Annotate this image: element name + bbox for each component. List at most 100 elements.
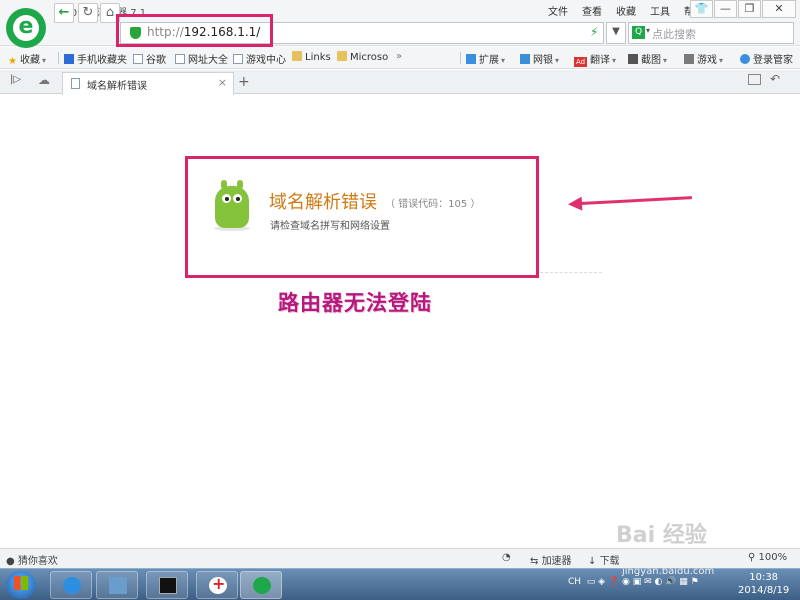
page-icon xyxy=(175,54,185,64)
tab-close-icon[interactable]: × xyxy=(218,76,227,89)
bookmark-label: 网址大全 xyxy=(188,55,228,66)
back-button[interactable]: ← xyxy=(54,3,74,23)
toolbar-label: 截图 xyxy=(641,55,661,66)
translate-icon: Ad xyxy=(574,57,587,67)
clock-date: 2014/8/19 xyxy=(738,585,790,596)
window-controls: 👕 — ❐ ✕ xyxy=(689,0,796,18)
game-icon xyxy=(684,54,694,64)
bookmark-microsoft[interactable]: Microso xyxy=(337,51,388,63)
bookmark-games[interactable]: 游戏中心 xyxy=(233,51,286,66)
taskbar-ie[interactable] xyxy=(50,571,92,599)
toolbar-label: 扩展 xyxy=(479,55,499,66)
login-icon xyxy=(740,54,750,64)
bookmarks-bar: ★ 收藏 ▾ 手机收藏夹 谷歌 网址大全 游戏中心 Links Microso » … xyxy=(0,47,800,69)
menu-bar: 文件 查看 收藏 工具 帮助 xyxy=(548,3,704,18)
control-panel-icon xyxy=(109,577,127,594)
folder-icon xyxy=(337,51,347,61)
toolbar-label: 网银 xyxy=(533,55,553,66)
annotation-caption: 路由器无法登陆 xyxy=(278,291,432,315)
divider xyxy=(540,272,602,273)
star-icon: ★ xyxy=(8,56,17,67)
recommend-label: 猜你喜欢 xyxy=(17,556,58,567)
clock-time: 10:38 xyxy=(749,572,779,583)
address-url[interactable]: http://192.168.1.1/ xyxy=(147,25,260,39)
undo-close-tab-icon[interactable]: ↶ xyxy=(770,72,780,86)
taskbar-first-aid[interactable] xyxy=(196,571,238,599)
cmd-icon xyxy=(159,577,177,594)
minimize-button[interactable]: — xyxy=(714,0,737,18)
error-highlight-box xyxy=(185,156,539,278)
puzzle-icon xyxy=(466,54,476,64)
menu-view[interactable]: 查看 xyxy=(582,3,602,18)
annotation-arrow-head-icon xyxy=(567,196,583,212)
translate-button[interactable]: Ad 翻译 ▾ xyxy=(574,51,616,67)
new-tab-button[interactable]: + xyxy=(238,74,250,90)
menu-file[interactable]: 文件 xyxy=(548,3,568,18)
status-bar: ● 猜你喜欢 ◔ ⇆ 加速器 ↓ 下载 ⚲ 100% xyxy=(0,548,800,568)
bookmark-label: 谷歌 xyxy=(146,55,166,66)
tab-list-icon[interactable] xyxy=(748,74,761,85)
system-tray: CH ▭ ◈ ❓ ◉ ▣ ✉ ◐ 🔊 ▦ ⚑ xyxy=(568,577,699,587)
games-button[interactable]: 游戏 ▾ xyxy=(684,51,723,66)
browser-logo-icon[interactable]: e xyxy=(6,8,46,48)
input-language[interactable]: CH xyxy=(568,577,581,587)
taskbar-control-panel[interactable] xyxy=(96,571,138,599)
tray-icons[interactable]: ▭ ◈ ❓ ◉ ▣ ✉ ◐ 🔊 ▦ ⚑ xyxy=(584,577,699,587)
close-button[interactable]: ✕ xyxy=(762,0,796,18)
accelerator-label: 加速器 xyxy=(541,556,572,567)
bookmark-hao[interactable]: 网址大全 xyxy=(175,51,228,66)
tab-bar: |▷ ☁ 域名解析错误 × ↶ xyxy=(0,70,800,95)
recommend-link[interactable]: ● 猜你喜欢 xyxy=(6,552,58,567)
extensions-button[interactable]: 扩展 ▾ xyxy=(466,51,505,66)
taskbar-360-browser[interactable] xyxy=(240,571,282,599)
ebank-button[interactable]: 网银 ▾ xyxy=(520,51,559,66)
bookmarks-more-button[interactable]: » xyxy=(396,51,402,62)
restore-button[interactable]: ❐ xyxy=(738,0,761,18)
accelerator-button[interactable]: ⇆ 加速器 xyxy=(530,552,572,567)
watermark-url: jingyan.baidu.com xyxy=(622,566,715,577)
bookmark-label: 手机收藏夹 xyxy=(77,55,127,66)
skin-button[interactable]: 👕 xyxy=(690,0,713,18)
bookmark-links[interactable]: Links xyxy=(292,51,331,63)
screenshot-button[interactable]: 截图 ▾ xyxy=(628,51,667,66)
tab-label: 域名解析错误 xyxy=(87,81,147,92)
cloud-icon[interactable]: ☁ xyxy=(38,73,50,87)
sidebar-toggle-icon[interactable]: |▷ xyxy=(10,74,21,85)
menu-favorites[interactable]: 收藏 xyxy=(616,3,636,18)
bookmark-google[interactable]: 谷歌 xyxy=(133,51,166,66)
address-dropdown-button[interactable]: ▼ xyxy=(606,22,626,44)
tab-dns-error[interactable]: 域名解析错误 × xyxy=(62,72,234,95)
refresh-button[interactable]: ↻ xyxy=(78,3,98,23)
phone-icon xyxy=(64,54,74,64)
search-placeholder: 点此搜索 xyxy=(652,28,696,41)
login-manager-button[interactable]: 登录管家 xyxy=(740,51,793,66)
bookmark-label: 游戏中心 xyxy=(246,55,286,66)
speedometer-icon[interactable]: ◔ xyxy=(502,552,511,563)
first-aid-icon xyxy=(209,574,227,594)
zoom-level: 100% xyxy=(758,552,788,563)
bookmark-label: 收藏 xyxy=(19,55,40,66)
bookmark-label: Microso xyxy=(350,52,389,63)
download-label: 下载 xyxy=(599,556,620,567)
security-shield-icon[interactable] xyxy=(130,27,141,39)
menu-tools[interactable]: 工具 xyxy=(650,3,670,18)
url-host: 192.168.1.1/ xyxy=(183,25,261,39)
page-icon xyxy=(233,54,243,64)
zoom-control[interactable]: ⚲ 100% xyxy=(748,552,787,563)
start-button-icon[interactable] xyxy=(6,571,36,599)
bookmark-mobile[interactable]: 手机收藏夹 xyxy=(64,51,127,66)
search-engine-icon[interactable]: Q xyxy=(632,26,645,39)
toolbar-label: 游戏 xyxy=(697,55,717,66)
scissors-icon xyxy=(628,54,638,64)
clock[interactable]: 10:38 2014/8/19 xyxy=(738,571,789,597)
browser-360-icon xyxy=(253,577,271,594)
bookmark-label: Links xyxy=(305,52,331,63)
page-icon xyxy=(133,54,143,64)
search-engine-chevron-icon[interactable]: ▾ xyxy=(646,26,650,35)
download-button[interactable]: ↓ 下载 xyxy=(588,552,620,567)
taskbar-cmd[interactable] xyxy=(146,571,188,599)
speed-mode-icon[interactable]: ⚡ xyxy=(590,25,598,39)
toolbar-label: 翻译 xyxy=(590,55,610,66)
bookmark-favorites[interactable]: ★ 收藏 ▾ xyxy=(8,51,46,67)
bank-icon xyxy=(520,54,530,64)
